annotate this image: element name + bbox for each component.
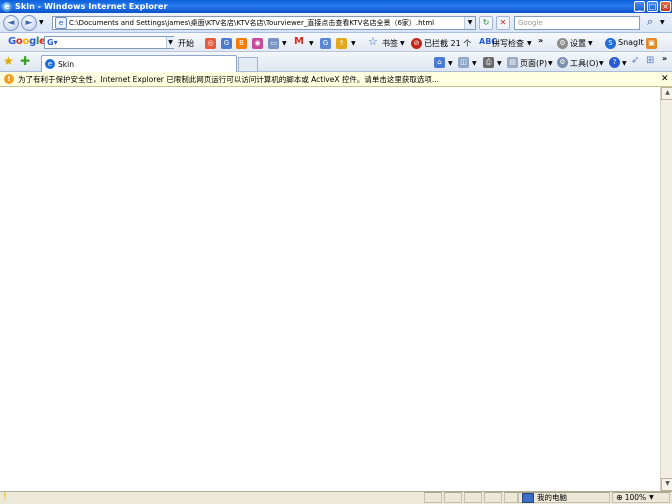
bookmarks-dropdown-icon[interactable]: ▼ <box>400 40 405 47</box>
infobar-close-icon[interactable]: ✕ <box>661 73 669 85</box>
scroll-down-arrow-icon[interactable]: ▼ <box>661 478 672 491</box>
popup-blocker-icon[interactable]: ⊘ <box>411 38 422 49</box>
status-warning-icon: ! <box>3 492 7 502</box>
zoom-control[interactable]: ⊕ 100% ▼ <box>612 492 670 503</box>
status-progress-cell <box>424 492 442 503</box>
home-dropdown-icon[interactable]: ▼ <box>448 60 453 67</box>
zoom-icon: ⊕ <box>616 493 623 502</box>
page-menu-button[interactable]: 页面(P) <box>520 58 547 69</box>
help-dropdown-icon[interactable]: ▼ <box>622 60 627 67</box>
print-icon[interactable]: ⎙ <box>483 57 494 68</box>
snagit-icon[interactable]: S <box>605 38 616 49</box>
address-input[interactable]: C:\Documents and Settings\james\桌面\KTV名店… <box>69 18 464 28</box>
google-go-button[interactable]: 开始 <box>178 38 194 49</box>
blogger-icon[interactable]: B <box>236 38 247 49</box>
window-title: Skin - Windows Internet Explorer <box>15 2 168 11</box>
history-dropdown-icon[interactable]: ▼ <box>39 19 44 26</box>
news-icon[interactable]: ◎ <box>205 38 216 49</box>
snagit-button[interactable]: SnagIt <box>618 38 644 47</box>
tab-title: Skin <box>58 59 74 69</box>
google-dropdown-icon[interactable]: ▼ <box>166 37 174 48</box>
bookmark-star-icon[interactable]: ☆ <box>368 35 378 48</box>
stop-button[interactable]: ✕ <box>496 16 510 30</box>
information-bar-message[interactable]: 为了有利于保护安全性，Internet Explorer 已限制此网页运行可以访… <box>18 74 439 85</box>
search-input[interactable]: Google <box>514 16 640 30</box>
spellcheck-button[interactable]: 拼写检查 <box>492 38 524 49</box>
search-icon[interactable]: ⌕ <box>643 15 657 30</box>
tools-dropdown-icon[interactable]: ▼ <box>599 60 604 67</box>
settings-dropdown-icon[interactable]: ▼ <box>588 40 593 47</box>
google-search-input[interactable]: G▾ <box>44 36 174 49</box>
refresh-button[interactable]: ↻ <box>479 16 493 30</box>
feeds-dropdown-icon[interactable]: ▼ <box>472 60 477 67</box>
back-button[interactable]: ◄ <box>3 15 19 31</box>
page-icon[interactable]: ▤ <box>507 57 518 68</box>
research-icon[interactable]: ➶ <box>631 55 639 66</box>
address-bar[interactable]: e C:\Documents and Settings\james\桌面\KTV… <box>52 16 476 30</box>
status-text-area <box>12 492 420 503</box>
home-icon[interactable]: ⌂ <box>434 57 445 68</box>
status-popup-cell <box>464 492 482 503</box>
information-bar[interactable]: ! 为了有利于保护安全性，Internet Explorer 已限制此网页运行可… <box>0 72 672 87</box>
my-computer-icon <box>522 492 534 503</box>
add-favorites-icon[interactable]: ✚ <box>20 54 30 68</box>
status-offline-cell <box>444 492 462 503</box>
warning-shield-icon: ! <box>4 74 14 84</box>
address-dropdown-icon[interactable]: ▼ <box>464 17 475 29</box>
maximize-button[interactable]: □ <box>647 1 658 12</box>
window-dropdown-icon[interactable]: ▼ <box>282 40 287 47</box>
forward-button[interactable]: ► <box>21 15 37 31</box>
tab-favicon-icon: e <box>45 59 55 69</box>
tools-menu-button[interactable]: 工具(O) <box>570 58 599 69</box>
title-bar: e Skin - Windows Internet Explorer <box>0 0 672 13</box>
orkut-icon[interactable]: ◉ <box>252 38 263 49</box>
favorites-center-icon[interactable]: ★ <box>3 54 14 68</box>
google-apps-icon[interactable]: G <box>320 38 331 49</box>
gmail-icon[interactable]: M <box>294 36 304 47</box>
settings-gear-icon[interactable]: ⚙ <box>557 38 568 49</box>
help-icon[interactable]: ? <box>609 57 620 68</box>
page-dropdown-icon[interactable]: ▼ <box>548 60 553 67</box>
minimize-button[interactable]: _ <box>634 1 645 12</box>
search-options-dropdown-icon[interactable]: ▼ <box>660 19 665 26</box>
zoom-dropdown-icon[interactable]: ▼ <box>649 494 654 501</box>
messenger-icon[interactable]: ⊞ <box>646 55 654 66</box>
google-g-icon: G▾ <box>47 38 58 47</box>
popup-blocked-count[interactable]: 已拦截 21 个 <box>424 38 471 49</box>
share-icon[interactable]: ⇪ <box>336 38 347 49</box>
toolbar-more-button[interactable]: » <box>538 36 543 45</box>
zoom-level: 100% <box>624 493 647 502</box>
tab-skin[interactable]: e Skin <box>41 55 237 72</box>
settings-button[interactable]: 设置 <box>570 38 586 49</box>
security-zone-label: 我的电脑 <box>537 493 567 502</box>
security-zone[interactable]: 我的电脑 <box>518 492 610 503</box>
share-dropdown-icon[interactable]: ▼ <box>351 40 356 47</box>
bookmarks-button[interactable]: 书签 <box>382 38 398 49</box>
snagit-capture-icon[interactable]: ▣ <box>646 38 657 49</box>
google-icon[interactable]: G <box>221 38 232 49</box>
gmail-dropdown-icon[interactable]: ▼ <box>309 40 314 47</box>
page-content <box>0 87 660 491</box>
spellcheck-dropdown-icon[interactable]: ▼ <box>527 40 532 47</box>
new-tab-button[interactable] <box>238 57 258 71</box>
ie-logo-icon: e <box>2 1 12 12</box>
vertical-scrollbar[interactable]: ▲ ▼ <box>660 87 672 491</box>
tools-gear-icon[interactable]: ⚙ <box>557 57 568 68</box>
scroll-up-arrow-icon[interactable]: ▲ <box>661 87 672 100</box>
page-favicon-icon: e <box>55 17 67 29</box>
window-icon[interactable]: ▭ <box>268 38 279 49</box>
close-button[interactable]: × <box>660 1 671 12</box>
command-more-button[interactable]: » <box>662 54 667 63</box>
status-privacy-cell <box>484 492 502 503</box>
google-logo[interactable]: Google <box>8 36 46 47</box>
print-dropdown-icon[interactable]: ▼ <box>497 60 502 67</box>
status-security-cell <box>504 492 518 503</box>
feeds-icon[interactable]: ◫ <box>458 57 469 68</box>
